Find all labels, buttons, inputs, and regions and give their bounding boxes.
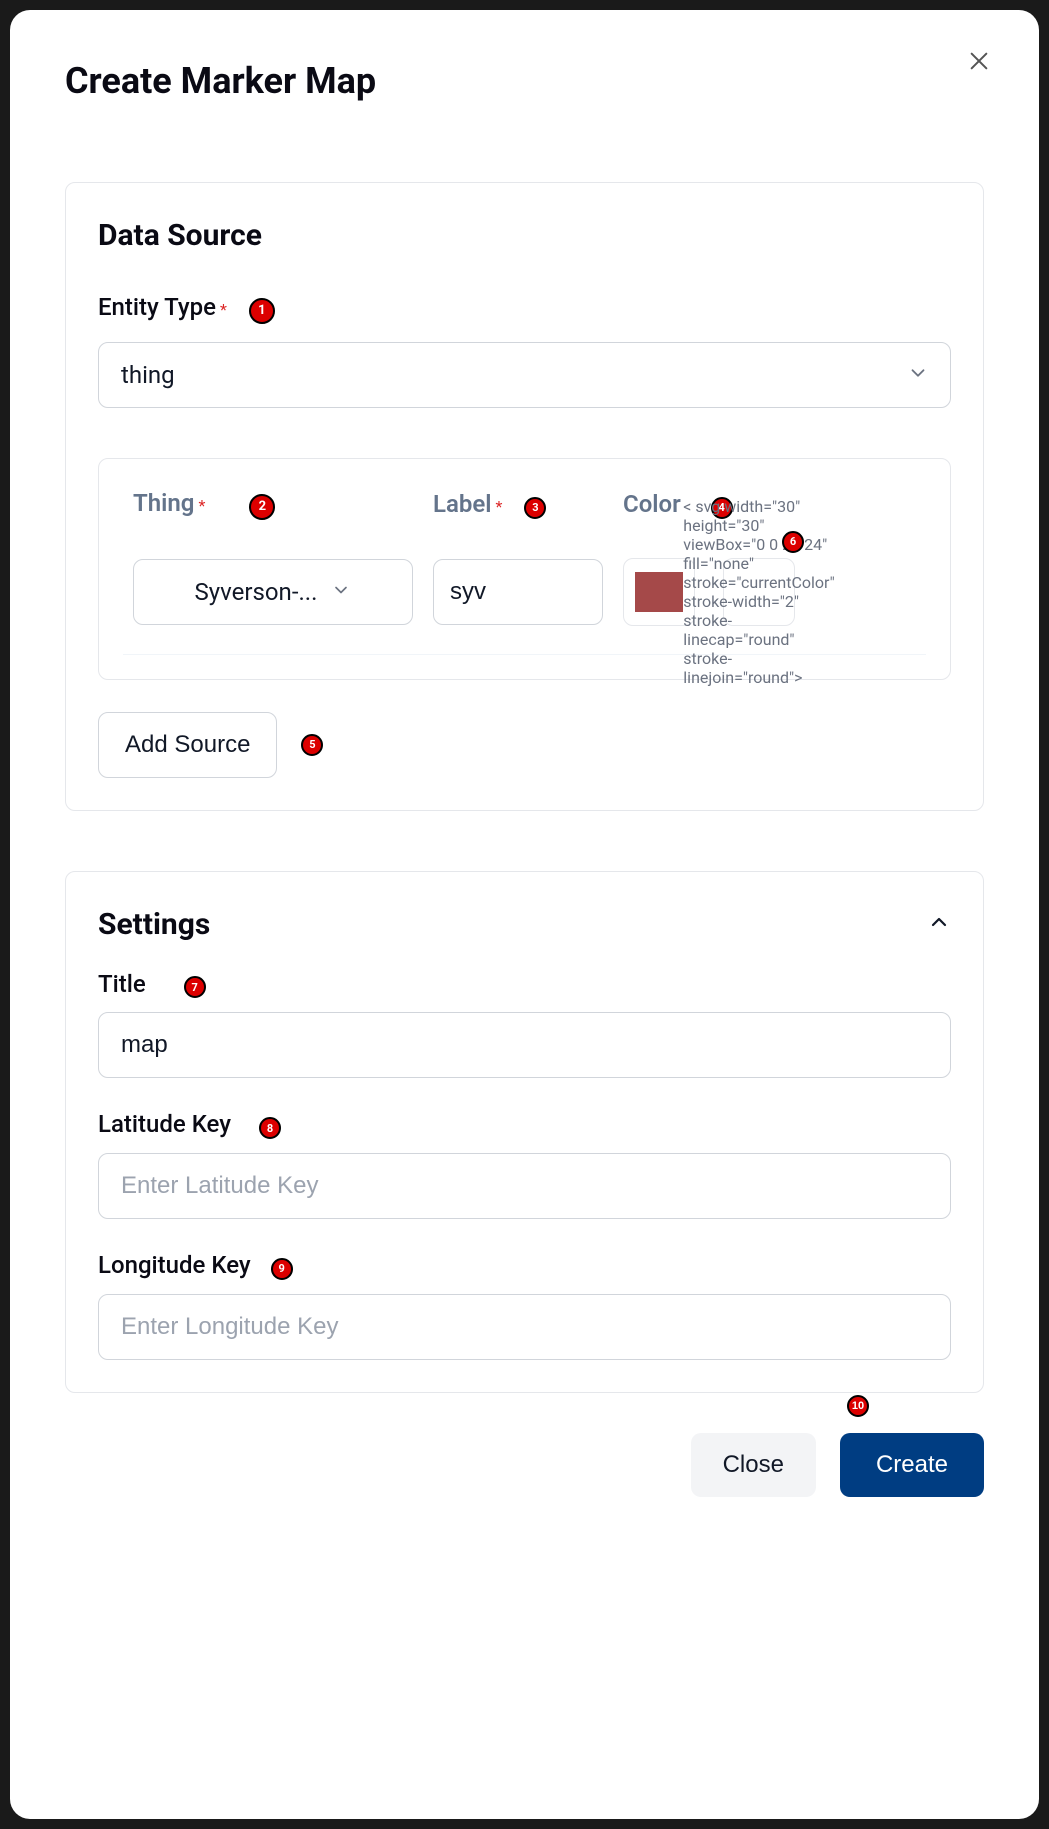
required-asterisk: *: [220, 300, 227, 319]
title-label: Title: [98, 970, 146, 998]
col-thing-label: Thing: [133, 489, 194, 517]
latitude-key-label: Latitude Key: [98, 1110, 231, 1138]
close-icon[interactable]: [964, 45, 994, 81]
create-marker-map-modal: Create Marker Map Data Source Entity Typ…: [10, 10, 1039, 1819]
annotation-badge-2: 2: [249, 494, 275, 520]
create-button-label: Create: [876, 1451, 948, 1478]
source-label-input[interactable]: [433, 559, 603, 625]
required-asterisk: *: [198, 496, 205, 515]
create-button[interactable]: 10 Create: [840, 1433, 984, 1497]
entity-type-select[interactable]: thing: [98, 342, 951, 408]
annotation-badge-10: 10: [847, 1395, 869, 1417]
color-swatch: [635, 572, 683, 612]
settings-panel: Settings Title 7 Latitude Key 8 Longitud…: [65, 871, 984, 1393]
source-row: Syverson-... 6 < svg width="30" height="…: [123, 558, 926, 655]
annotation-badge-3: 3: [524, 497, 546, 519]
chevron-down-icon: [331, 578, 351, 606]
longitude-key-input[interactable]: [98, 1294, 951, 1360]
modal-title: Create Marker Map: [65, 60, 376, 102]
required-asterisk: *: [496, 497, 503, 516]
settings-title: Settings: [98, 907, 210, 942]
modal-header: Create Marker Map: [65, 60, 984, 102]
thing-select[interactable]: Syverson-...: [133, 559, 413, 625]
modal-footer: Close 10 Create: [65, 1433, 984, 1497]
latitude-key-input[interactable]: [98, 1153, 951, 1219]
annotation-badge-9: 9: [271, 1258, 293, 1280]
data-source-panel: Data Source Entity Type* 1 thing Thing* …: [65, 182, 984, 811]
annotation-badge-8: 8: [259, 1117, 281, 1139]
chevron-up-icon[interactable]: [927, 910, 951, 938]
col-label-label: Label: [433, 490, 492, 518]
trash-icon: < svg width="30" height="30" viewBox="0 …: [683, 497, 834, 687]
add-source-button[interactable]: Add Source: [98, 712, 277, 778]
annotation-badge-7: 7: [184, 976, 206, 998]
col-color-label: Color: [623, 490, 681, 518]
annotation-badge-5: 5: [301, 734, 323, 756]
data-source-title: Data Source: [98, 218, 951, 253]
title-input[interactable]: [98, 1012, 951, 1078]
delete-source-button[interactable]: 6 < svg width="30" height="30" viewBox="…: [723, 558, 795, 626]
source-list: Thing* 2 Label* 3 Color 4 Syverson-...: [98, 458, 951, 680]
entity-type-field: Entity Type* 1 thing: [98, 293, 951, 408]
close-button[interactable]: Close: [691, 1433, 816, 1497]
annotation-badge-6: 6: [782, 531, 804, 553]
thing-select-value: Syverson-...: [195, 578, 318, 606]
annotation-badge-1: 1: [249, 298, 275, 324]
longitude-key-label: Longitude Key: [98, 1251, 251, 1279]
entity-type-label: Entity Type: [98, 293, 216, 321]
